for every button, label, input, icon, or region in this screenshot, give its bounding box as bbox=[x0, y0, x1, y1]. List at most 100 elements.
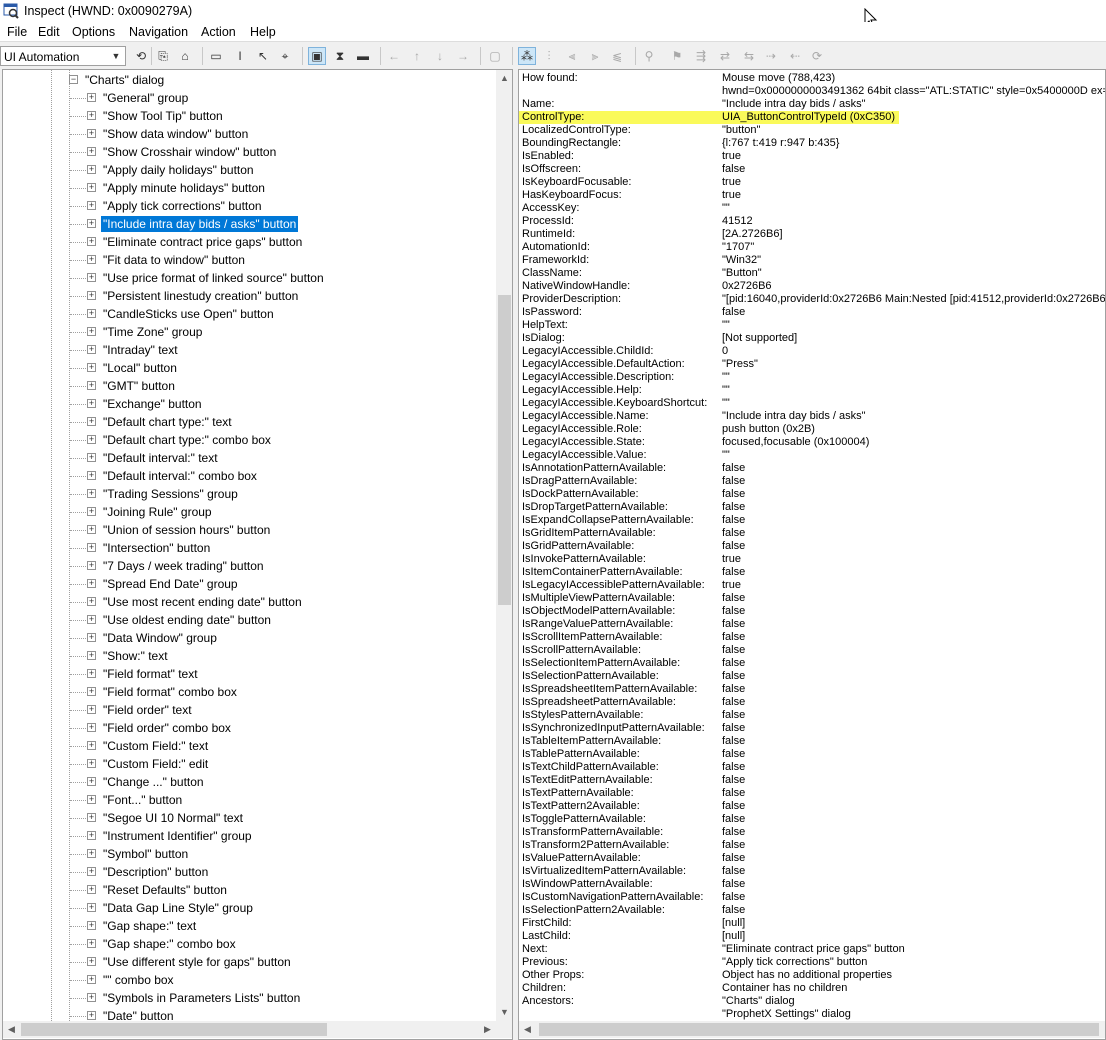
expand-icon[interactable]: + bbox=[87, 705, 96, 714]
tree-item[interactable]: + "Apply minute holidays" button bbox=[3, 179, 496, 197]
expand-icon[interactable]: + bbox=[87, 597, 96, 606]
drop-icon[interactable]: ⇆ bbox=[740, 47, 758, 65]
property-row[interactable]: IsTransformPatternAvailable: false bbox=[519, 826, 1105, 839]
element-children-icon[interactable]: ⫹ bbox=[608, 47, 626, 65]
tree-item[interactable]: + "Symbol" button bbox=[3, 845, 496, 863]
tree-item[interactable]: + "Custom Field:" text bbox=[3, 737, 496, 755]
expand-icon[interactable]: + bbox=[87, 831, 96, 840]
expand-icon[interactable]: + bbox=[87, 543, 96, 552]
element-parent-icon[interactable]: ⫷ bbox=[563, 47, 581, 65]
tree-item[interactable]: + "Joining Rule" group bbox=[3, 503, 496, 521]
property-row[interactable]: Other Props: Object has no additional pro… bbox=[519, 969, 1105, 982]
property-row[interactable]: IsCustomNavigationPatternAvailable: false bbox=[519, 891, 1105, 904]
property-row[interactable]: FrameworkId: "Win32" bbox=[519, 254, 1105, 267]
tree-item[interactable]: + "Use most recent ending date" button bbox=[3, 593, 496, 611]
property-row[interactable]: IsWindowPatternAvailable: false bbox=[519, 878, 1105, 891]
property-row[interactable]: IsItemContainerPatternAvailable: false bbox=[519, 566, 1105, 579]
drag-icon[interactable]: ⇄ bbox=[716, 47, 734, 65]
menu-help[interactable]: Help bbox=[250, 25, 276, 39]
property-row[interactable]: LegacyIAccessible.State: focused,focusabl… bbox=[519, 436, 1105, 449]
expand-icon[interactable]: + bbox=[87, 273, 96, 282]
property-row[interactable]: IsSelectionPatternAvailable: false bbox=[519, 670, 1105, 683]
caret-icon[interactable]: I bbox=[231, 47, 249, 65]
property-row[interactable]: IsSpreadsheetItemPatternAvailable: false bbox=[519, 683, 1105, 696]
property-row[interactable]: IsTextPattern2Available: false bbox=[519, 800, 1105, 813]
show-tooltip-icon[interactable]: ⟲ bbox=[132, 47, 150, 65]
tree-copy-icon[interactable]: ⌂ bbox=[176, 47, 194, 65]
property-row[interactable]: AccessKey: "" bbox=[519, 202, 1105, 215]
property-row[interactable]: HelpText: "" bbox=[519, 319, 1105, 332]
tree-item[interactable]: + "Use price format of linked source" but… bbox=[3, 269, 496, 287]
property-row[interactable]: IsRangeValuePatternAvailable: false bbox=[519, 618, 1105, 631]
collapse-icon[interactable]: ⇠ bbox=[786, 47, 804, 65]
expand-icon[interactable]: + bbox=[87, 237, 96, 246]
expand-icon[interactable]: + bbox=[87, 147, 96, 156]
tree-item[interactable]: + "Field order" text bbox=[3, 701, 496, 719]
property-row[interactable]: IsInvokePatternAvailable: true bbox=[519, 553, 1105, 566]
property-row[interactable]: NativeWindowHandle: 0x2726B6 bbox=[519, 280, 1105, 293]
property-row[interactable]: IsDropTargetPatternAvailable: false bbox=[519, 501, 1105, 514]
tree-horizontal-scroll-thumb[interactable] bbox=[21, 1023, 327, 1036]
tree-item[interactable]: + "Default chart type:" text bbox=[3, 413, 496, 431]
watch-focus-icon[interactable]: ⌖ bbox=[276, 47, 294, 65]
expand-icon[interactable]: + bbox=[87, 633, 96, 642]
property-row[interactable]: IsKeyboardFocusable: true bbox=[519, 176, 1105, 189]
expand-icon[interactable]: + bbox=[87, 759, 96, 768]
expand-icon[interactable]: + bbox=[87, 849, 96, 858]
property-row[interactable]: IsDragPatternAvailable: false bbox=[519, 475, 1105, 488]
tree-item[interactable]: + "Time Zone" group bbox=[3, 323, 496, 341]
mode-select[interactable]: UI Automation ▼ bbox=[0, 46, 126, 66]
property-row[interactable]: LegacyIAccessible.Description: "" bbox=[519, 371, 1105, 384]
expand-icon[interactable]: + bbox=[87, 651, 96, 660]
property-row[interactable]: IsScrollPatternAvailable: false bbox=[519, 644, 1105, 657]
tree-item[interactable]: + "CandleSticks use Open" button bbox=[3, 305, 496, 323]
tree-item[interactable]: + "Default interval:" combo box bbox=[3, 467, 496, 485]
tree-item[interactable]: + "GMT" button bbox=[3, 377, 496, 395]
property-row[interactable]: IsSelectionItemPatternAvailable: false bbox=[519, 657, 1105, 670]
tree-item[interactable]: + "Field order" combo box bbox=[3, 719, 496, 737]
tree-item[interactable]: + "Use different style for gaps" button bbox=[3, 953, 496, 971]
expand-icon[interactable]: + bbox=[87, 345, 96, 354]
tree-item[interactable]: + "Exchange" button bbox=[3, 395, 496, 413]
expand-icon[interactable]: + bbox=[87, 885, 96, 894]
expand-icon[interactable]: + bbox=[87, 813, 96, 822]
navigate-parent-icon[interactable]: ← bbox=[385, 47, 403, 65]
tree-item[interactable]: + "Description" button bbox=[3, 863, 496, 881]
tree-item[interactable]: + "Default chart type:" combo box bbox=[3, 431, 496, 449]
expand-icon[interactable]: + bbox=[87, 939, 96, 948]
element-siblings-icon[interactable]: ⫸ bbox=[586, 47, 604, 65]
expand-icon[interactable]: + bbox=[87, 975, 96, 984]
property-row[interactable]: IsGridItemPatternAvailable: false bbox=[519, 527, 1105, 540]
tree-item[interactable]: + "Instrument Identifier" group bbox=[3, 827, 496, 845]
scroll-left-arrow-icon[interactable]: ◀ bbox=[3, 1021, 20, 1038]
property-row[interactable]: How found: Mouse move (788,423) bbox=[519, 72, 1105, 85]
property-row[interactable]: FirstChild: [null] bbox=[519, 917, 1105, 930]
element-desc-icon[interactable]: ⚲ bbox=[640, 47, 658, 65]
tree-item[interactable]: + "Segoe UI 10 Normal" text bbox=[3, 809, 496, 827]
expand-icon[interactable]: + bbox=[87, 507, 96, 516]
tree-view[interactable]: − "Charts" dialog + "General" group + "Show T… bbox=[2, 69, 513, 1040]
expand-icon[interactable]: + bbox=[87, 795, 96, 804]
expand-icon[interactable]: + bbox=[87, 525, 96, 534]
tree-item[interactable]: + "Spread End Date" group bbox=[3, 575, 496, 593]
tree-item[interactable]: + "Data Window" group bbox=[3, 629, 496, 647]
highlight-icon[interactable]: ▣ bbox=[308, 47, 326, 65]
property-row[interactable]: ProcessId: 41512 bbox=[519, 215, 1105, 228]
default-action-icon[interactable]: ⇶ bbox=[692, 47, 710, 65]
tree-item[interactable]: + "" combo box bbox=[3, 971, 496, 989]
tree-item[interactable]: + "Fit data to window" button bbox=[3, 251, 496, 269]
property-row[interactable]: ProviderDescription: "[pid:16040,provider… bbox=[519, 293, 1105, 306]
scroll-right-arrow-icon[interactable]: ▶ bbox=[479, 1021, 496, 1038]
property-row[interactable]: IsPassword: false bbox=[519, 306, 1105, 319]
expand-icon[interactable]: + bbox=[87, 111, 96, 120]
watch-cursor-icon[interactable]: ↖ bbox=[254, 47, 272, 65]
expand-icon[interactable]: + bbox=[87, 957, 96, 966]
navigate-next-icon[interactable]: → bbox=[454, 47, 472, 65]
property-row[interactable]: LocalizedControlType: "button" bbox=[519, 124, 1105, 137]
tree-item[interactable]: + "Field format" combo box bbox=[3, 683, 496, 701]
tree-item[interactable]: + "Show:" text bbox=[3, 647, 496, 665]
expand-icon[interactable]: + bbox=[87, 399, 96, 408]
property-row[interactable]: LegacyIAccessible.Help: "" bbox=[519, 384, 1105, 397]
property-row[interactable]: hwnd=0x0000000003491362 64bit class="ATL… bbox=[519, 85, 1105, 98]
menu-action[interactable]: Action bbox=[201, 25, 236, 39]
